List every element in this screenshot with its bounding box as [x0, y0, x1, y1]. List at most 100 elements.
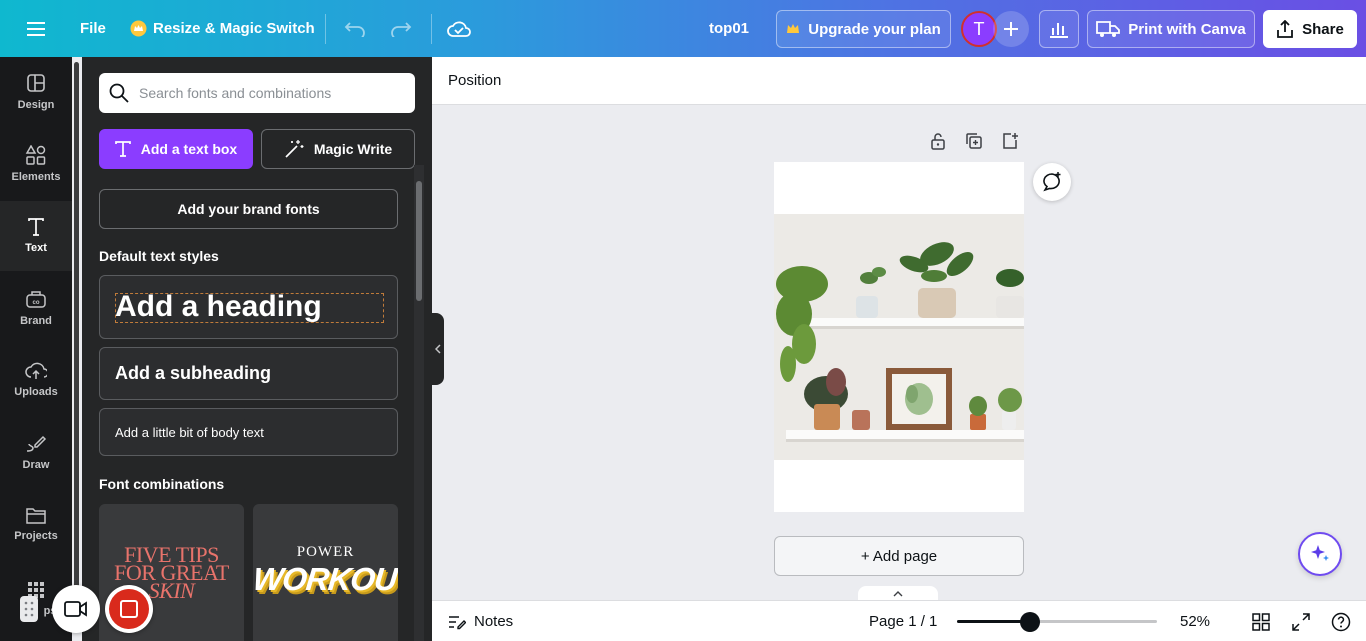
page-tools — [929, 132, 1019, 150]
rail-item-projects[interactable]: Projects — [0, 489, 72, 559]
add-text-box-button[interactable]: Add a text box — [99, 129, 253, 169]
resize-button[interactable]: Resize & Magic Switch — [130, 0, 315, 57]
comment-plus-icon — [1043, 172, 1061, 192]
rail-item-draw[interactable]: Draw — [0, 417, 72, 487]
grid-view-icon[interactable] — [1252, 601, 1270, 641]
text-panel: Add a text box Magic Write Add your bran… — [82, 57, 432, 641]
add-subheading-card[interactable]: Add a subheading — [99, 347, 398, 400]
stop-recording-button[interactable] — [105, 585, 153, 633]
add-comment-button[interactable] — [1033, 163, 1071, 201]
bottom-bar: Notes Page 1 / 1 52% — [432, 600, 1366, 641]
rail-label: Uploads — [14, 386, 58, 398]
font-combinations-title: Font combinations — [99, 476, 225, 492]
panel-scrollbar[interactable] — [414, 165, 424, 641]
rail-item-elements[interactable]: Elements — [0, 129, 72, 199]
add-page-icon[interactable] — [1001, 132, 1019, 150]
position-button[interactable]: Position — [448, 72, 501, 89]
search-box[interactable] — [99, 73, 415, 113]
brand-fonts-label: Add your brand fonts — [177, 201, 320, 217]
bar-chart-icon — [1050, 23, 1068, 38]
left-rail: Design Elements Text co Brand Uploads Dr… — [0, 57, 72, 641]
avatar[interactable]: T — [961, 11, 997, 47]
plant-shelf-photo[interactable] — [774, 214, 1024, 460]
plus-icon — [1004, 22, 1018, 36]
print-with-canva-button[interactable]: Print with Canva — [1087, 10, 1255, 48]
recording-drag-handle[interactable] — [20, 596, 38, 622]
insights-button[interactable] — [1039, 10, 1079, 48]
undo-icon[interactable] — [342, 0, 368, 57]
rail-label: Elements — [11, 171, 61, 183]
notes-icon — [449, 615, 466, 629]
video-camera-icon — [64, 601, 87, 617]
elements-icon — [25, 145, 46, 165]
add-heading-card[interactable]: Add a heading — [99, 275, 398, 339]
page-indicator[interactable]: Page 1 / 1 — [869, 601, 937, 641]
combo-text-line: POWER — [296, 544, 355, 560]
rail-label: Draw — [22, 459, 50, 471]
magic-wand-icon — [285, 140, 304, 158]
lock-icon[interactable] — [929, 132, 947, 150]
rail-label: Brand — [20, 315, 52, 327]
collapse-panel-button[interactable] — [432, 313, 444, 385]
rail-item-design[interactable]: Design — [0, 57, 72, 127]
add-page-button[interactable]: + Add page — [774, 536, 1024, 576]
chevron-up-icon — [893, 591, 903, 597]
magic-write-label: Magic Write — [313, 141, 393, 157]
zoom-percent[interactable]: 52% — [1180, 601, 1210, 641]
file-menu[interactable]: File — [80, 0, 106, 57]
redo-icon[interactable] — [388, 0, 414, 57]
crown-icon — [130, 20, 147, 37]
top-bar: File Resize & Magic Switch top01 Upgrade… — [0, 0, 1366, 57]
rail-item-text[interactable]: Text — [0, 201, 72, 271]
zoom-slider-handle[interactable] — [1020, 612, 1040, 632]
text-icon — [114, 141, 131, 157]
sparkle-icon — [1311, 545, 1329, 561]
truck-icon — [1096, 21, 1121, 37]
default-styles-title: Default text styles — [99, 248, 219, 264]
share-button[interactable]: Share — [1263, 10, 1357, 48]
rail-scrollbar[interactable] — [74, 62, 79, 590]
rail-label: Text — [25, 242, 47, 254]
divider — [325, 14, 326, 44]
add-brand-fonts-button[interactable]: Add your brand fonts — [99, 189, 398, 229]
add-body-text-card[interactable]: Add a little bit of body text — [99, 408, 398, 456]
design-page[interactable] — [774, 162, 1024, 512]
magic-write-button[interactable]: Magic Write — [261, 129, 415, 169]
cloud-saved-icon[interactable] — [446, 0, 472, 57]
fullscreen-icon[interactable] — [1292, 601, 1310, 641]
text-icon — [28, 218, 44, 236]
draw-icon — [26, 435, 47, 452]
duplicate-page-icon[interactable] — [965, 132, 983, 150]
font-combination-card[interactable]: POWER WORKOUT — [253, 504, 398, 641]
magic-assistant-button[interactable] — [1298, 532, 1342, 576]
search-input[interactable] — [139, 85, 399, 101]
search-icon — [109, 83, 129, 103]
share-label: Share — [1302, 20, 1344, 38]
add-collaborator-button[interactable] — [993, 11, 1029, 47]
upgrade-plan-label: Upgrade your plan — [808, 20, 941, 38]
brand-icon: co — [26, 291, 46, 308]
document-title[interactable]: top01 — [709, 0, 749, 57]
divider — [431, 14, 432, 44]
notes-button[interactable]: Notes — [448, 601, 513, 641]
scrollbar-thumb[interactable] — [416, 181, 422, 301]
rail-item-uploads[interactable]: Uploads — [0, 345, 72, 415]
rail-item-brand[interactable]: co Brand — [0, 273, 72, 343]
uploads-icon — [25, 362, 47, 379]
rail-label: Design — [17, 99, 55, 111]
context-toolbar: Position — [432, 57, 1366, 105]
zoom-slider[interactable] — [957, 620, 1157, 623]
rail-label: Projects — [14, 530, 58, 542]
stop-icon — [109, 589, 149, 629]
upgrade-plan-button[interactable]: Upgrade your plan — [776, 10, 951, 48]
upload-share-icon — [1277, 20, 1294, 38]
chevron-left-icon — [435, 344, 441, 354]
print-label: Print with Canva — [1128, 20, 1246, 38]
camera-toggle-button[interactable] — [52, 585, 100, 633]
menu-icon[interactable] — [18, 0, 54, 57]
crown-icon — [786, 23, 800, 35]
body-sample: Add a little bit of body text — [115, 424, 264, 440]
subheading-sample: Add a subheading — [115, 363, 272, 383]
svg-text:co: co — [32, 300, 39, 306]
help-icon[interactable] — [1331, 601, 1351, 641]
